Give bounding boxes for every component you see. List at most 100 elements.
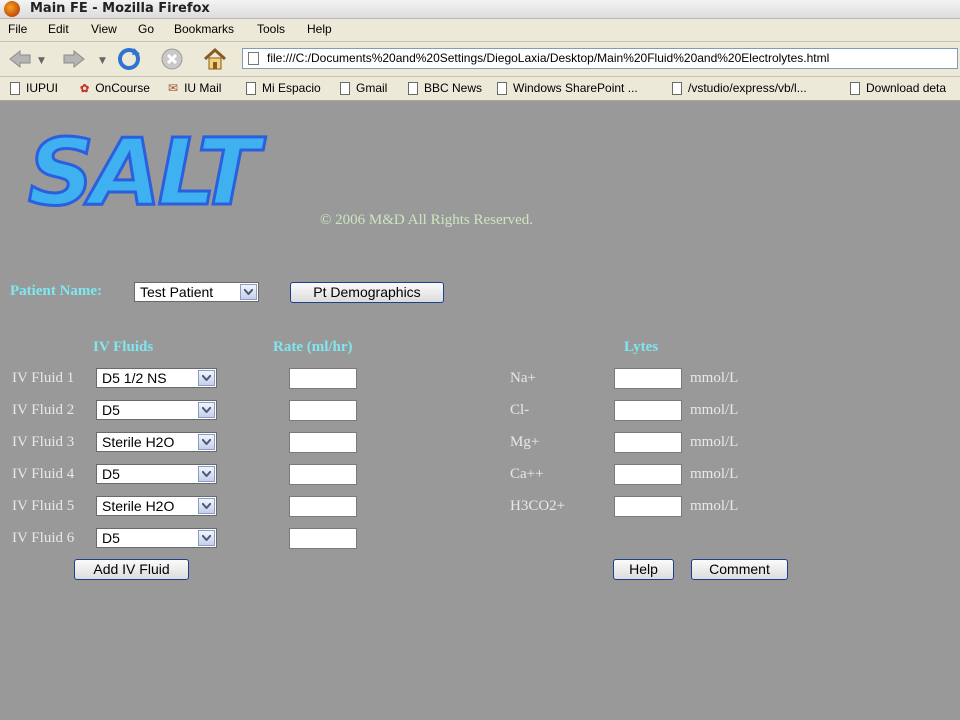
page-icon [497,81,507,95]
iv-fluid-select-value: D5 [102,402,120,418]
iv-fluid-select-value: D5 1/2 NS [102,370,167,386]
rate-input[interactable] [289,496,357,517]
menu-bookmarks[interactable]: Bookmarks [174,22,234,36]
dropdown-arrow-icon [240,284,257,300]
bookmark-label: Download deta [866,81,947,95]
dropdown-arrow-icon [198,434,215,450]
dropdown-arrow-icon [198,402,215,418]
menu-file[interactable]: File [8,22,27,36]
lyte-input-na[interactable] [614,368,682,389]
iv-fluids-header: IV Fluids [93,339,154,355]
page-icon [672,81,682,95]
lyte-label-h3co2: H3CO2+ [510,498,566,514]
home-icon [203,47,227,70]
window-title: Main FE - Mozilla Firefox [30,1,210,16]
rate-input[interactable] [289,528,357,549]
forward-icon [63,49,85,69]
back-dropdown-icon[interactable]: ▼ [38,56,45,66]
rate-input[interactable] [289,400,357,421]
menu-go[interactable]: Go [138,22,154,36]
lyte-input-h3co2[interactable] [614,496,682,517]
bookmark-oncourse[interactable]: ✿ OnCourse [80,81,150,95]
bookmark-label: Gmail [356,81,388,95]
add-iv-fluid-button[interactable]: Add IV Fluid [74,559,189,580]
comment-button[interactable]: Comment [691,559,788,580]
rate-input[interactable] [289,464,357,485]
lyte-input-ca[interactable] [614,464,682,485]
bookmark-iu-mail[interactable]: ✉ IU Mail [168,81,221,95]
lyte-label-cl: Cl- [510,402,530,418]
mail-icon: ✉ [168,81,179,95]
page-icon [408,81,418,95]
bookmark-label: IUPUI [26,81,59,95]
rate-input[interactable] [289,432,357,453]
bookmark-download[interactable]: Download deta [850,81,946,95]
lyte-unit: mmol/L [690,434,739,450]
firefox-icon [4,1,20,17]
home-button[interactable] [202,46,228,72]
lytes-header: Lytes [624,339,659,355]
iv-fluid-select[interactable]: D5 [96,528,217,548]
copyright-text: © 2006 M&D All Rights Reserved. [320,212,534,228]
menu-edit[interactable]: Edit [48,22,69,36]
bookmark-gmail[interactable]: Gmail [340,81,387,95]
bookmark-label: /vstudio/express/vb/l... [688,81,807,95]
iv-fluid-select[interactable]: Sterile H2O [96,432,217,452]
lyte-unit: mmol/L [690,370,739,386]
lyte-label-ca: Ca++ [510,466,544,482]
bookmark-bbc-news[interactable]: BBC News [408,81,482,95]
bookmark-label: OnCourse [95,81,150,95]
patient-name-label: Patient Name: [10,283,103,299]
iv-fluid-label: IV Fluid 6 [12,530,75,546]
title-bar: Main FE - Mozilla Firefox [0,0,960,19]
page-icon [246,81,256,95]
logo-text: SALT [28,122,266,220]
iv-fluid-select-value: D5 [102,530,120,546]
bookmark-iupui[interactable]: IUPUI [10,81,58,95]
bookmarks-toolbar: IUPUI ✿ OnCourse ✉ IU Mail Mi Espacio Gmai… [0,77,960,101]
page-icon [850,81,860,95]
iv-fluid-select[interactable]: D5 [96,464,217,484]
iv-fluid-select[interactable]: D5 1/2 NS [96,368,217,388]
lyte-input-mg[interactable] [614,432,682,453]
help-button[interactable]: Help [613,559,674,580]
patient-select-value: Test Patient [140,284,214,300]
page-icon [340,81,350,95]
navigation-toolbar: ▼ ▼ file:///C:/Documents%20and%20Setting… [0,42,960,77]
iv-fluid-label: IV Fluid 5 [12,498,75,514]
forward-button[interactable] [60,46,86,72]
address-text: file:///C:/Documents%20and%20Settings/Di… [267,51,830,65]
menu-view[interactable]: View [91,22,117,36]
bookmark-label: IU Mail [184,81,222,95]
bookmark-vstudio[interactable]: /vstudio/express/vb/l... [672,81,807,95]
dropdown-arrow-icon [198,498,215,514]
reload-icon [118,48,140,70]
reload-button[interactable] [116,46,142,72]
back-button[interactable] [8,46,34,72]
rate-header: Rate (ml/hr) [273,339,353,355]
lyte-unit: mmol/L [690,466,739,482]
dropdown-arrow-icon [198,370,215,386]
forward-dropdown-icon[interactable]: ▼ [99,56,106,66]
address-bar[interactable]: file:///C:/Documents%20and%20Settings/Di… [242,48,958,69]
stop-button[interactable] [159,46,185,72]
rate-input[interactable] [289,368,357,389]
lyte-label-na: Na+ [510,370,536,386]
iv-fluid-select[interactable]: D5 [96,400,217,420]
patient-select[interactable]: Test Patient [134,282,259,302]
iv-fluid-label: IV Fluid 1 [12,370,75,386]
salt-logo: SALT [27,122,272,220]
iv-fluid-select[interactable]: Sterile H2O [96,496,217,516]
menu-help[interactable]: Help [307,22,332,36]
menu-tools[interactable]: Tools [257,22,285,36]
iv-fluid-select-value: Sterile H2O [102,434,175,450]
iv-fluid-label: IV Fluid 4 [12,466,75,482]
lyte-label-mg: Mg+ [510,434,540,450]
bookmark-mi-espacio[interactable]: Mi Espacio [246,81,321,95]
bookmark-sharepoint[interactable]: Windows SharePoint ... [497,81,638,95]
page-icon [10,81,20,95]
pt-demographics-button[interactable]: Pt Demographics [290,282,444,303]
menu-bar: File Edit View Go Bookmarks Tools Help [0,19,960,42]
lyte-input-cl[interactable] [614,400,682,421]
dropdown-arrow-icon [198,530,215,546]
